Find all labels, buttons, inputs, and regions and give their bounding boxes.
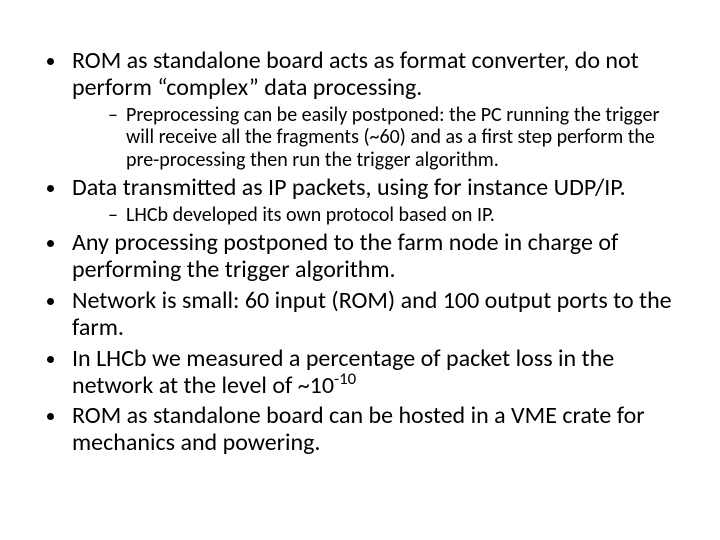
slide: ROM as standalone board acts as format c… [0,0,720,540]
exponent: -10 [334,368,356,389]
bullet-list: ROM as standalone board acts as format c… [40,48,680,457]
list-item: Any processing postponed to the farm nod… [68,230,680,284]
list-item: In LHCb we measured a percentage of pack… [68,346,680,400]
list-item: Network is small: 60 input (ROM) and 100… [68,288,680,342]
list-item-text: Data transmitted as IP packets, using fo… [72,173,626,202]
list-item-text: ROM as standalone board can be hosted in… [72,401,645,457]
list-item: ROM as standalone board can be hosted in… [68,403,680,457]
sub-list-item-text: LHCb developed its own protocol based on… [126,203,495,227]
sub-list: Preprocessing can be easily postponed: t… [72,104,680,171]
sub-list: LHCb developed its own protocol based on… [72,204,680,226]
list-item-text: ROM as standalone board acts as format c… [72,46,639,102]
list-item: ROM as standalone board acts as format c… [68,48,680,171]
list-item: Data transmitted as IP packets, using fo… [68,175,680,226]
list-item-text: Any processing postponed to the farm nod… [72,228,618,284]
sub-list-item-text: Preprocessing can be easily postponed: t… [126,103,659,172]
sub-list-item: LHCb developed its own protocol based on… [108,204,680,226]
sub-list-item: Preprocessing can be easily postponed: t… [108,104,680,171]
list-item-text: Network is small: 60 input (ROM) and 100… [72,286,672,342]
